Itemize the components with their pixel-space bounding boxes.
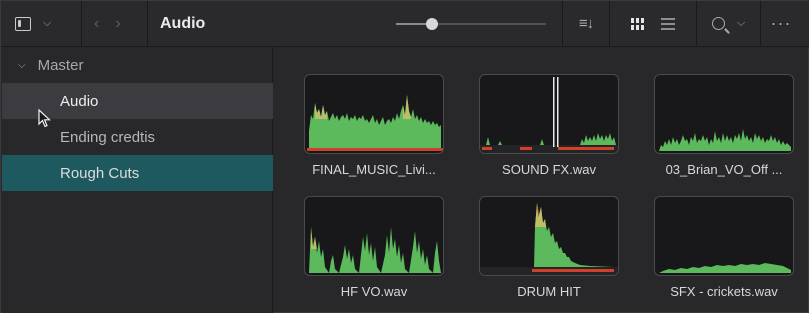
- mouse-cursor-icon: [38, 109, 52, 128]
- clip-thumbnail: [654, 196, 794, 276]
- bin-item-label: Rough Cuts: [60, 164, 140, 182]
- clip-tile[interactable]: HF VO.wav: [304, 196, 444, 299]
- bin-master[interactable]: ⌵ Master: [2, 47, 273, 83]
- bin-item-label: Audio: [60, 92, 99, 110]
- clip-name: SFX - crickets.wav: [670, 284, 778, 299]
- clip-grid: FINAL_MUSIC_Livi... SOUND FX.wav 03_Bria…: [274, 47, 809, 313]
- clip-name: FINAL_MUSIC_Livi...: [312, 162, 436, 177]
- chevron-down-icon[interactable]: ⌵: [18, 60, 26, 71]
- clip-tile[interactable]: SFX - crickets.wav: [654, 196, 794, 299]
- clip-thumbnail: [479, 196, 619, 276]
- bin-sidebar: ⌵ Master Audio Ending credtis Rough Cuts: [2, 47, 273, 313]
- more-options-icon[interactable]: ···: [771, 9, 792, 39]
- bin-item-rough-cuts[interactable]: Rough Cuts: [2, 155, 273, 191]
- bin-master-label: Master: [37, 56, 84, 74]
- clip-thumbnail: [654, 74, 794, 154]
- search-icon[interactable]: [711, 9, 725, 39]
- chevron-down-icon[interactable]: ⌵: [737, 9, 745, 39]
- clip-thumbnail: [479, 74, 619, 154]
- clip-name: 03_Brian_VO_Off ...: [665, 162, 783, 177]
- chevron-right-icon[interactable]: ›: [107, 9, 128, 39]
- sidebar-panel-icon[interactable]: [15, 9, 31, 39]
- clip-name: HF VO.wav: [340, 284, 408, 299]
- toolbar: ⌵ ‹ › Audio ≡↓ ⌵ ···: [1, 0, 809, 47]
- chevron-down-icon[interactable]: ⌵: [43, 9, 51, 39]
- zoom-slider-knob[interactable]: [426, 17, 438, 30]
- zoom-slider[interactable]: [396, 14, 546, 34]
- clip-tile[interactable]: SOUND FX.wav: [479, 74, 619, 177]
- clip-thumbnail: [304, 196, 444, 276]
- media-pool-window: ⌵ ‹ › Audio ≡↓ ⌵ ··· ⌵ Master Audio Endi…: [0, 0, 809, 313]
- chevron-left-icon[interactable]: ‹: [86, 9, 107, 39]
- clip-tile[interactable]: DRUM HIT: [479, 196, 619, 299]
- list-view-icon[interactable]: [661, 9, 675, 39]
- grid-view-icon[interactable]: [631, 9, 645, 39]
- clip-thumbnail: [304, 74, 444, 154]
- sort-icon[interactable]: ≡↓: [579, 9, 594, 39]
- clip-name: DRUM HIT: [517, 284, 581, 299]
- clip-tile[interactable]: FINAL_MUSIC_Livi...: [304, 74, 444, 177]
- bin-item-label: Ending credtis: [60, 128, 156, 146]
- clip-tile[interactable]: 03_Brian_VO_Off ...: [654, 74, 794, 177]
- page-title: Audio: [160, 14, 206, 32]
- clip-name: SOUND FX.wav: [502, 162, 596, 177]
